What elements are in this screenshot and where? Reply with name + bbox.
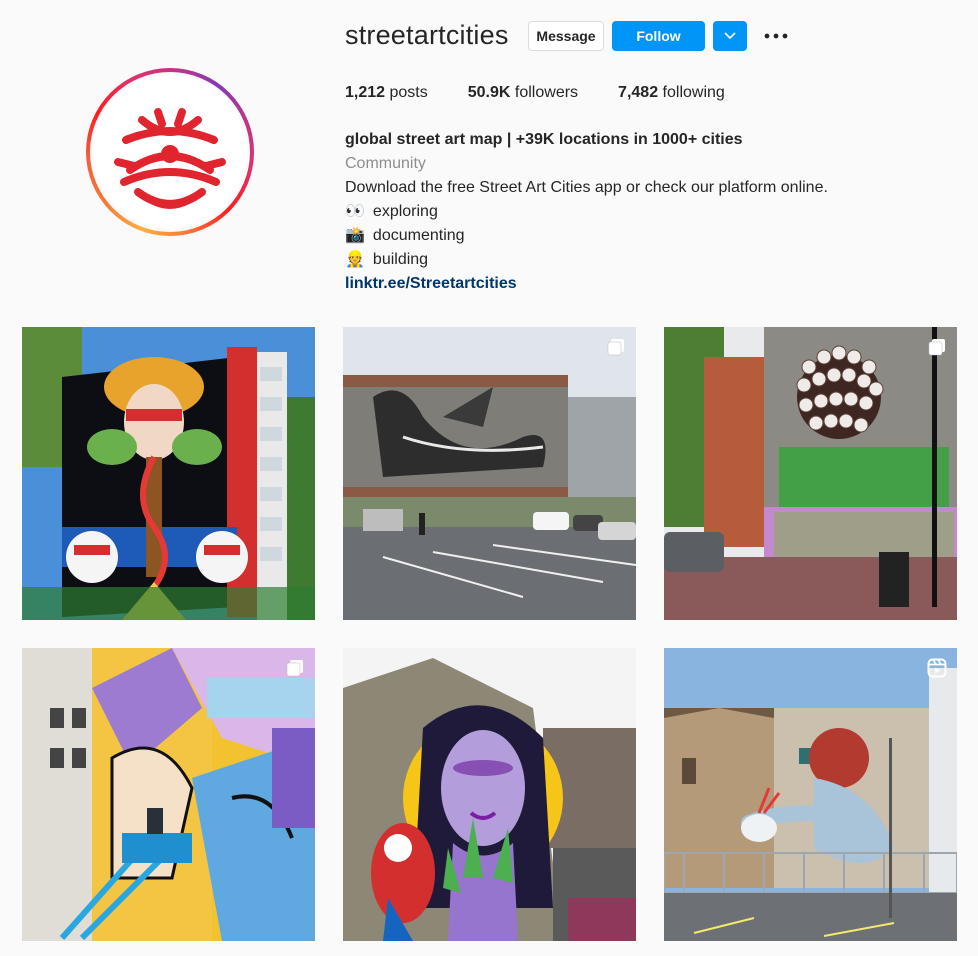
post-tile[interactable] (664, 648, 957, 941)
bio-line-text: documenting (372, 227, 465, 244)
posts-stat: 1,212 posts (345, 84, 428, 102)
carousel-icon (286, 660, 303, 677)
construction-worker-emoji-icon: 👷 (345, 251, 365, 268)
post-tile[interactable] (343, 327, 636, 620)
post-image-indigenous-mural (22, 327, 315, 620)
profile-stats: 1,212 posts 50.9K followers 7,482 follow… (345, 84, 725, 102)
bio-line-text: exploring (372, 203, 438, 220)
followers-stat[interactable]: 50.9K followers (468, 84, 578, 102)
eyes-emoji-icon: 👀 (345, 203, 365, 220)
profile-username: streetartcities (345, 20, 509, 50)
following-label: following (662, 84, 725, 101)
follow-button[interactable]: Follow (612, 21, 705, 51)
reel-icon (927, 658, 947, 678)
posts-label: posts (389, 84, 428, 101)
camera-emoji-icon: 📸 (345, 227, 365, 244)
message-button[interactable]: Message (528, 21, 604, 51)
profile-avatar-ring[interactable] (86, 68, 254, 236)
bio-line-text: building (372, 251, 429, 268)
following-count: 7,482 (618, 84, 659, 101)
posts-count: 1,212 (345, 84, 386, 101)
followers-count: 50.9K (467, 84, 511, 101)
street-art-cities-logo-icon (114, 108, 226, 209)
post-tile[interactable] (664, 327, 957, 620)
bio-link[interactable]: linktr.ee/Streetartcities (345, 275, 517, 292)
post-image-eyes-mural (664, 327, 957, 620)
more-horizontal-icon (764, 33, 788, 39)
post-image-woman-parrot-mural (343, 648, 636, 941)
post-image-kneeling-figure-mural (664, 648, 957, 941)
followers-label: followers (514, 84, 579, 101)
bio-line-building: 👷 building (345, 248, 828, 272)
more-options-button[interactable] (762, 26, 790, 46)
post-image-bird-mural (343, 327, 636, 620)
post-tile[interactable] (22, 327, 315, 620)
chevron-down-icon (724, 32, 736, 40)
post-image-pop-art-mural (22, 648, 315, 941)
post-tile[interactable] (22, 648, 315, 941)
carousel-icon (607, 339, 624, 356)
bio-description: Download the free Street Art Cities app … (345, 179, 828, 196)
suggested-accounts-button[interactable] (713, 21, 747, 51)
bio-title: global street art map | +39K locations i… (345, 131, 743, 148)
avatar (93, 75, 247, 229)
carousel-icon (928, 339, 945, 356)
bio-category: Community (345, 155, 426, 172)
post-tile[interactable] (343, 648, 636, 941)
following-stat[interactable]: 7,482 following (618, 84, 725, 102)
bio-line-documenting: 📸 documenting (345, 224, 828, 248)
avatar-inner (90, 72, 250, 232)
post-grid (22, 327, 957, 941)
bio-line-exploring: 👀 exploring (345, 200, 828, 224)
profile-bio: global street art map | +39K locations i… (345, 128, 828, 296)
